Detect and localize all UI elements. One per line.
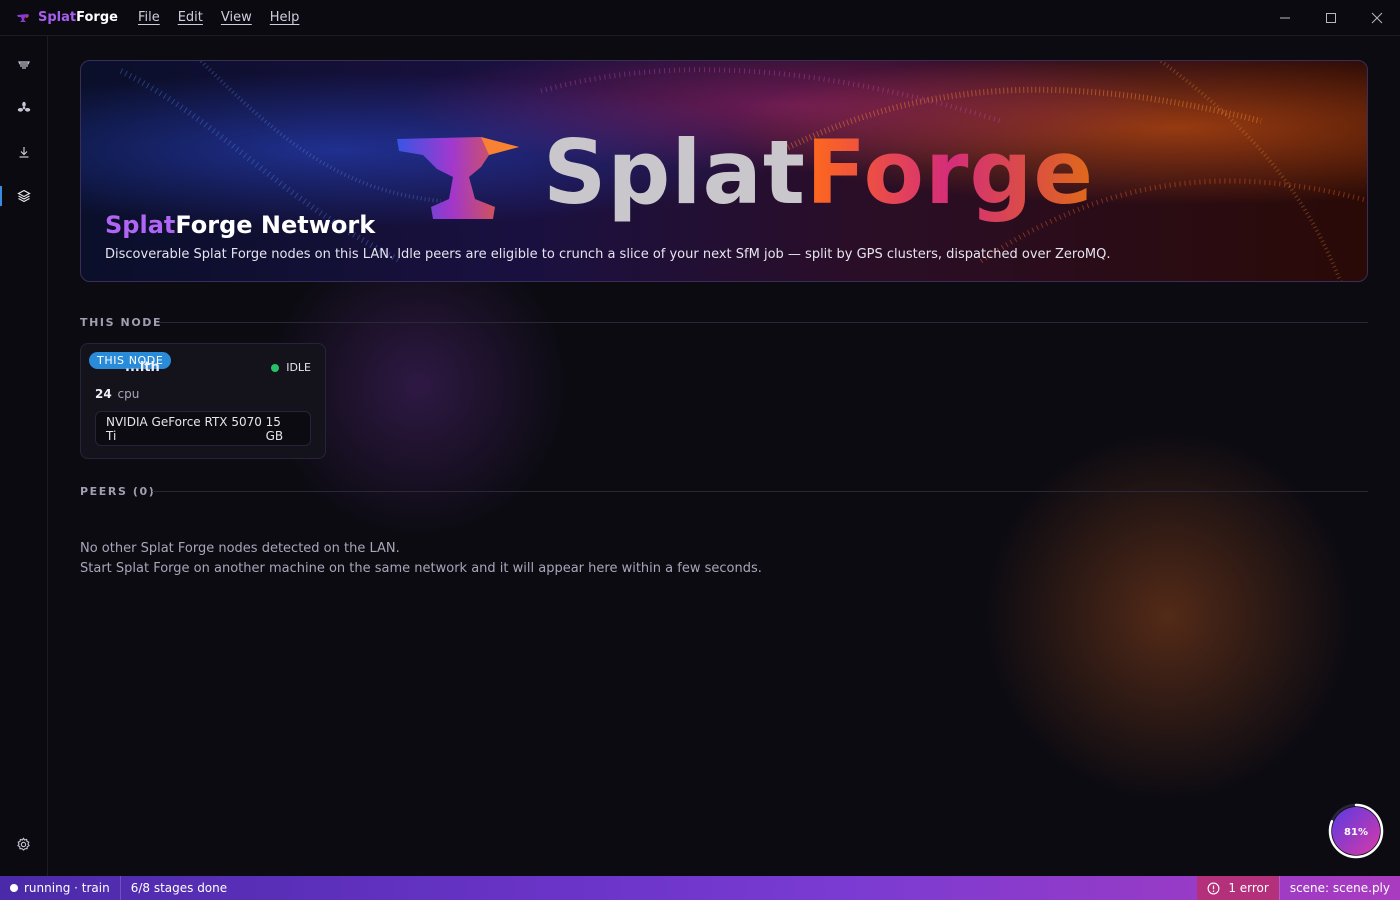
maximize-icon bbox=[1326, 13, 1336, 23]
hero-banner: SplatForge SplatForge Network Discoverab… bbox=[80, 60, 1368, 282]
sidebar-item-network[interactable] bbox=[0, 178, 47, 214]
cpu-info: 24 cpu bbox=[95, 387, 139, 401]
menu-view[interactable]: View bbox=[221, 10, 252, 25]
menu-file[interactable]: File bbox=[138, 10, 160, 25]
main-content: SplatForge SplatForge Network Discoverab… bbox=[48, 36, 1400, 876]
menu-help[interactable]: Help bbox=[270, 10, 300, 25]
background-glow-orange bbox=[968, 416, 1368, 816]
status-dot-icon bbox=[271, 363, 280, 372]
minimize-button[interactable] bbox=[1262, 0, 1308, 36]
app-logo-icon bbox=[17, 13, 29, 22]
app-name-forge: Forge bbox=[76, 10, 118, 25]
peers-empty-message: No other Splat Forge nodes detected on t… bbox=[80, 541, 400, 556]
status-scene-text: scene: scene.ply bbox=[1289, 881, 1390, 895]
status-running[interactable]: running · train bbox=[0, 876, 120, 900]
close-icon bbox=[1371, 12, 1383, 24]
section-divider bbox=[160, 322, 1368, 323]
window-controls bbox=[1262, 0, 1400, 36]
status-right-group: 1 error scene: scene.ply bbox=[1197, 876, 1400, 900]
gpu-memory: 15 GB bbox=[265, 414, 284, 443]
page-title: SplatForge Network bbox=[105, 211, 375, 239]
maximize-button[interactable] bbox=[1308, 0, 1354, 36]
layers-icon bbox=[16, 189, 31, 203]
section-label-this-node: THIS NODE bbox=[80, 316, 163, 329]
menu-edit[interactable]: Edit bbox=[178, 10, 203, 25]
gear-icon bbox=[17, 836, 30, 851]
status-state-text: running · train bbox=[24, 881, 110, 895]
sidebar-item-stack[interactable] bbox=[0, 47, 47, 83]
page-title-splat: Splat bbox=[105, 211, 176, 239]
settings-button[interactable] bbox=[0, 826, 47, 862]
section-divider bbox=[152, 491, 1368, 492]
fan-icon bbox=[17, 101, 30, 112]
minimize-icon bbox=[1280, 17, 1290, 19]
download-icon bbox=[19, 147, 28, 158]
page-subtitle: Discoverable Splat Forge nodes on this L… bbox=[105, 247, 1111, 262]
peers-empty-hint: Start Splat Forge on another machine on … bbox=[80, 561, 762, 576]
hero-logo-forge: Forge bbox=[805, 121, 1095, 224]
sidebar-item-fan[interactable] bbox=[0, 90, 47, 126]
status-bar: running · train 6/8 stages done 1 error … bbox=[0, 876, 1400, 900]
hero-logo-wordmark: SplatForge bbox=[543, 129, 1094, 217]
app-name-splat: Splat bbox=[38, 10, 77, 25]
page-title-rest: Forge Network bbox=[175, 211, 376, 239]
status-stages-text: 6/8 stages done bbox=[130, 881, 228, 895]
running-dot-icon bbox=[10, 884, 18, 892]
close-button[interactable] bbox=[1354, 0, 1400, 36]
cpu-unit: cpu bbox=[117, 387, 140, 401]
status-text: IDLE bbox=[286, 361, 311, 374]
hero-logo-splat: Splat bbox=[543, 121, 806, 224]
gpu-name: NVIDIA GeForce RTX 5070 Ti bbox=[106, 414, 262, 443]
error-icon bbox=[1207, 882, 1220, 894]
title-bar: SplatForge File Edit View Help bbox=[0, 0, 1400, 36]
section-label-peers: PEERS (0) bbox=[80, 485, 156, 498]
stack-icon bbox=[17, 61, 30, 69]
progress-label: 81% bbox=[1344, 827, 1368, 838]
progress-ring[interactable]: 81% bbox=[1328, 803, 1384, 859]
status-error[interactable]: 1 error bbox=[1197, 876, 1279, 900]
app-name: SplatForge bbox=[38, 10, 118, 25]
status-scene[interactable]: scene: scene.ply bbox=[1280, 876, 1400, 900]
status-badge: IDLE bbox=[271, 361, 311, 374]
sidebar bbox=[0, 36, 48, 876]
status-stages[interactable]: 6/8 stages done bbox=[121, 876, 237, 900]
node-name: ...ith bbox=[125, 360, 160, 375]
this-node-card[interactable]: THIS NODE ...ith IDLE 24 cpu NVIDIA GeFo… bbox=[80, 343, 326, 459]
sidebar-item-download[interactable] bbox=[0, 134, 47, 170]
gpu-info: NVIDIA GeForce RTX 5070 Ti 15 GB bbox=[95, 411, 311, 446]
cpu-count: 24 bbox=[95, 387, 112, 401]
status-error-text: 1 error bbox=[1228, 881, 1269, 895]
anvil-logo-icon bbox=[397, 137, 519, 219]
